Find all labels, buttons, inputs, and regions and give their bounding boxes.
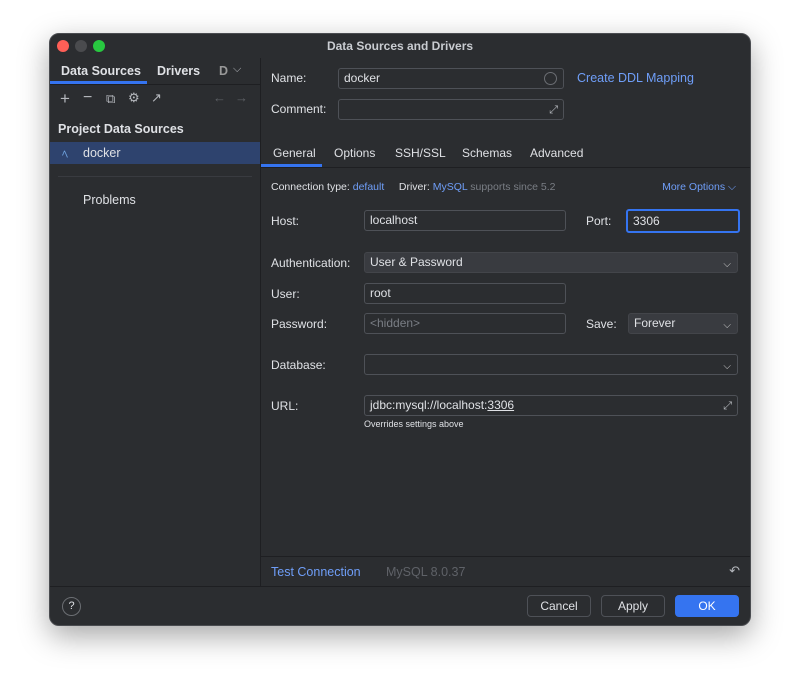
tab-overflow[interactable]: D xyxy=(219,64,228,78)
comment-label: Comment: xyxy=(271,102,327,116)
tab-schemas[interactable]: Schemas xyxy=(462,146,512,160)
revert-icon[interactable]: ↶ xyxy=(729,563,740,579)
ok-button[interactable]: OK xyxy=(675,595,739,617)
connection-info: Connection type: default Driver: MySQL s… xyxy=(271,181,556,193)
add-icon[interactable]: + xyxy=(60,89,70,109)
user-label: User: xyxy=(271,287,300,301)
remove-icon[interactable]: − xyxy=(83,89,92,107)
back-arrow-icon[interactable]: ← xyxy=(213,90,226,105)
password-input[interactable]: <hidden> xyxy=(364,313,566,334)
chevron-down-icon[interactable]: ⌵ xyxy=(233,63,241,76)
expand-icon: ⤢ xyxy=(723,400,732,412)
password-label: Password: xyxy=(271,317,328,331)
url-input[interactable]: jdbc:mysql://localhost:3306 ⤢ xyxy=(364,395,738,416)
section-title: Project Data Sources xyxy=(58,122,184,136)
driver-link[interactable]: MySQL xyxy=(433,181,468,193)
port-label: Port: xyxy=(586,214,612,228)
main-panel: Name: docker Create DDL Mapping Comment:… xyxy=(261,58,750,586)
expand-icon: ⤢ xyxy=(549,104,558,116)
tab-bar: General Options SSH/SSL Schemas Advanced xyxy=(261,136,750,168)
left-panel: Data Sources Drivers D ⌵ + − ⧉ ⚙ ↗ ← → P… xyxy=(50,58,261,586)
color-circle-icon xyxy=(544,72,557,85)
list-item[interactable]: ﾍ docker xyxy=(50,142,260,164)
database-label: Database: xyxy=(271,358,326,372)
url-label: URL: xyxy=(271,399,299,413)
more-options-button[interactable]: More Options ⌵ xyxy=(662,181,736,194)
name-input[interactable]: docker xyxy=(338,68,564,89)
host-input[interactable]: localhost xyxy=(364,210,566,231)
comment-input[interactable]: ⤢ xyxy=(338,99,564,120)
help-button[interactable]: ? xyxy=(62,597,81,616)
create-ddl-mapping-link[interactable]: Create DDL Mapping xyxy=(577,71,694,85)
window-title: Data Sources and Drivers xyxy=(326,39,474,53)
gear-icon[interactable]: ⚙ xyxy=(128,90,140,106)
test-connection-button[interactable]: Test Connection xyxy=(271,565,361,579)
chevron-down-icon: ⌵ xyxy=(723,259,731,270)
authentication-select[interactable]: User & Password ⌵ xyxy=(364,252,738,273)
open-external-icon[interactable]: ↗ xyxy=(151,90,162,106)
duplicate-icon[interactable]: ⧉ xyxy=(106,91,115,107)
chevron-down-icon: ⌵ xyxy=(723,361,731,372)
save-select[interactable]: Forever ⌵ xyxy=(628,313,738,334)
authentication-label: Authentication: xyxy=(271,256,351,270)
server-version: MySQL 8.0.37 xyxy=(386,565,466,579)
tab-data-sources[interactable]: Data Sources xyxy=(61,64,141,78)
dialog-window: Data Sources and Drivers Data Sources Dr… xyxy=(49,33,751,626)
chevron-down-icon: ⌵ xyxy=(723,320,731,331)
save-label: Save: xyxy=(586,317,617,331)
tab-drivers[interactable]: Drivers xyxy=(157,64,200,78)
database-select[interactable]: ⌵ xyxy=(364,354,738,375)
forward-arrow-icon[interactable]: → xyxy=(235,90,248,105)
connection-type-link[interactable]: default xyxy=(353,181,385,193)
url-note: Overrides settings above xyxy=(364,419,464,429)
host-label: Host: xyxy=(271,214,300,228)
name-label: Name: xyxy=(271,71,307,85)
cancel-button[interactable]: Cancel xyxy=(527,595,591,617)
tab-general[interactable]: General xyxy=(273,146,316,160)
problems-item[interactable]: Problems xyxy=(83,193,136,207)
tab-advanced[interactable]: Advanced xyxy=(530,146,583,160)
tab-ssh-ssl[interactable]: SSH/SSL xyxy=(395,146,446,160)
port-input[interactable]: 3306 xyxy=(626,209,740,233)
tab-options[interactable]: Options xyxy=(334,146,375,160)
user-input[interactable]: root xyxy=(364,283,566,304)
data-source-label: docker xyxy=(83,146,121,160)
apply-button[interactable]: Apply xyxy=(601,595,665,617)
mysql-dolphin-icon: ﾍ xyxy=(62,147,69,161)
